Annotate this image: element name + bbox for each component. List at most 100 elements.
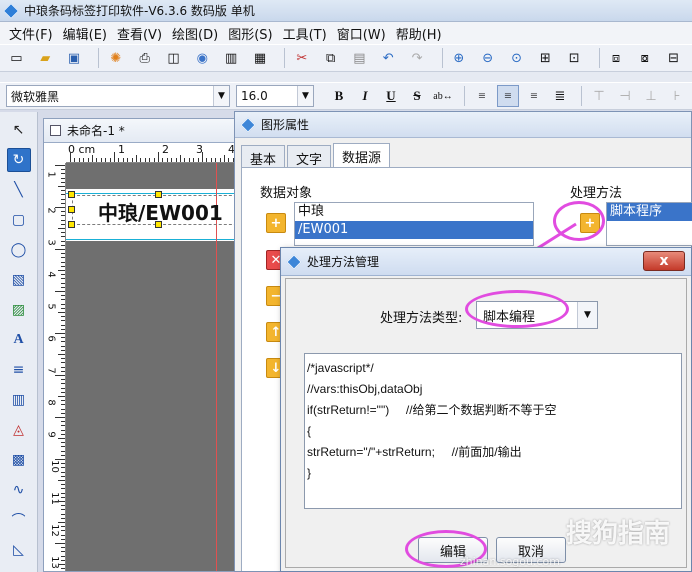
ruler-tick	[61, 173, 65, 175]
ruler-tick	[61, 211, 65, 213]
script-editor[interactable]: /*javascript*/ //vars:thisObj,dataObj if…	[304, 353, 682, 509]
resize-handle[interactable]	[68, 221, 75, 228]
bold-button[interactable]: B	[328, 85, 350, 107]
print-preview-icon[interactable]: ◫	[163, 47, 184, 69]
strikethrough-button[interactable]: S	[406, 85, 428, 107]
settings-gear-icon[interactable]: ✺	[105, 47, 126, 69]
open-folder-icon[interactable]: ▰	[35, 47, 56, 69]
menu-tools[interactable]: 工具(T)	[278, 24, 332, 43]
ruler-tick	[61, 362, 65, 364]
zoom-out-icon[interactable]: ⊖	[477, 47, 498, 69]
close-button[interactable]: x	[643, 251, 685, 271]
ungroup-icon[interactable]: ⧇	[634, 47, 655, 69]
text-spacing-icon[interactable]: ab↔	[432, 85, 454, 107]
undo-icon[interactable]: ↶	[378, 47, 399, 69]
cut-icon[interactable]: ✂	[291, 47, 312, 69]
zoom-fit-icon[interactable]: ⊙	[506, 47, 527, 69]
document-tab[interactable]: 未命名-1 *	[44, 119, 234, 143]
ruler-tick	[58, 186, 65, 187]
underline-button[interactable]: U	[380, 85, 402, 107]
rotate-tool-icon[interactable]: ↻	[6, 148, 31, 172]
shape-tool-icon[interactable]: ◬	[7, 418, 31, 442]
processing-list[interactable]: 脚本程序	[606, 202, 692, 246]
ruler-tick	[61, 551, 65, 553]
main-toolbar: ▭ ▰ ▣ ✺ ⎙ ◫ ◉ ▥ ▦ ✂ ⧉ ▤ ↶ ↷ ⊕ ⊖ ⊙ ⊞ ⊡ ⧈ …	[0, 44, 692, 72]
resize-handle[interactable]	[68, 191, 75, 198]
italic-button[interactable]: I	[354, 85, 376, 107]
redo-icon[interactable]: ↷	[407, 47, 428, 69]
ruler-tick	[58, 228, 65, 229]
multiline-text-icon[interactable]: ≡	[7, 358, 31, 382]
ruler-tick	[61, 320, 65, 322]
align-right-icon[interactable]: ≡	[523, 85, 545, 107]
tab-basic[interactable]: 基本	[241, 145, 286, 168]
zoom-actual-icon[interactable]: ⊞	[535, 47, 556, 69]
menu-help[interactable]: 帮助(H)	[391, 24, 447, 43]
barcode-tool-icon[interactable]: ▥	[7, 388, 31, 412]
tab-text[interactable]: 文字	[287, 145, 332, 168]
align-center-icon[interactable]: ≡	[497, 85, 519, 107]
ruler-label: 11	[48, 492, 60, 505]
rectangle-tool-icon[interactable]: ▢	[7, 208, 31, 232]
vertical-ruler: 1 2 3 4 5 6 7 8 9 10 11 12 13	[44, 163, 66, 571]
list-item[interactable]: 脚本程序	[607, 203, 692, 221]
paste-icon[interactable]: ▤	[349, 47, 370, 69]
app-logo-icon	[3, 2, 19, 19]
ruler-tick	[61, 261, 65, 263]
ruler-tick	[58, 354, 65, 355]
menu-view[interactable]: 查看(V)	[112, 24, 167, 43]
tab-datasource[interactable]: 数据源	[333, 143, 391, 167]
valign-middle-icon[interactable]: ⊣	[614, 85, 636, 107]
add-data-button[interactable]: +	[266, 213, 286, 233]
chevron-down-icon[interactable]: ▼	[297, 86, 313, 106]
design-canvas[interactable]: 中琅/EW001	[66, 163, 242, 571]
valign-bottom-icon[interactable]: ⊥	[640, 85, 662, 107]
font-toolbar: 微软雅黑 ▼ 16.0 ▼ B I U S ab↔ ≡ ≡ ≡ ≣ ⊤ ⊣ ⊥ …	[0, 82, 692, 110]
resize-handle[interactable]	[155, 191, 162, 198]
app-logo-icon	[240, 117, 256, 132]
font-name-select[interactable]: 微软雅黑 ▼	[6, 85, 230, 107]
distribute-icon[interactable]: ⊦	[666, 85, 688, 107]
props-tabs: 基本 文字 数据源	[241, 143, 392, 168]
picture-tool-icon[interactable]: ▨	[7, 298, 31, 322]
ruler-tick	[61, 404, 65, 406]
zoom-page-icon[interactable]: ⊡	[564, 47, 585, 69]
valign-top-icon[interactable]: ⊤	[588, 85, 610, 107]
save-icon[interactable]: ▣	[64, 47, 85, 69]
select-pointer-icon[interactable]: ↖	[7, 118, 31, 142]
new-file-icon[interactable]: ▭	[6, 47, 27, 69]
chevron-down-icon[interactable]: ▼	[577, 302, 597, 328]
code-line: }	[307, 466, 312, 480]
menu-draw[interactable]: 绘图(D)	[167, 24, 223, 43]
resize-handle[interactable]	[68, 206, 75, 213]
polygon-tool-icon[interactable]: ◺	[7, 538, 31, 562]
menu-window[interactable]: 窗口(W)	[332, 24, 391, 43]
menu-shape[interactable]: 图形(S)	[223, 24, 277, 43]
ruler-tick	[61, 534, 65, 536]
align-justify-icon[interactable]: ≣	[549, 85, 571, 107]
ruler-tick	[58, 480, 65, 481]
line-tool-icon[interactable]: ╲	[7, 178, 31, 202]
barcode-setup-icon[interactable]: ▥	[221, 47, 242, 69]
image-tool-icon[interactable]: ▧	[7, 268, 31, 292]
qrcode-tool-icon[interactable]: ▩	[7, 448, 31, 472]
resize-handle[interactable]	[155, 221, 162, 228]
chevron-down-icon[interactable]: ▼	[213, 86, 229, 106]
align-left-icon[interactable]: ≡	[471, 85, 493, 107]
arc-tool-icon[interactable]: ⌒	[7, 508, 31, 532]
ellipse-tool-icon[interactable]: ◯	[7, 238, 31, 262]
grid-icon[interactable]: ▦	[250, 47, 271, 69]
print-icon[interactable]: ⎙	[134, 47, 155, 69]
text-tool-icon[interactable]: A	[7, 328, 31, 352]
font-size-select[interactable]: 16.0 ▼	[236, 85, 314, 107]
group-icon[interactable]: ⧈	[606, 47, 627, 69]
drawing-toolbar: ↖ ↻ ╲ ▢ ◯ ▧ ▨ A ≡ ▥ ◬ ▩ ∿ ⌒ ◺	[0, 112, 38, 572]
curve-tool-icon[interactable]: ∿	[7, 478, 31, 502]
zoom-in-icon[interactable]: ⊕	[448, 47, 469, 69]
database-icon[interactable]: ◉	[192, 47, 213, 69]
copy-icon[interactable]: ⧉	[320, 47, 341, 69]
menu-file[interactable]: 文件(F)	[4, 24, 58, 43]
ruler-label: 8	[45, 399, 57, 406]
lock-icon[interactable]: ⊟	[663, 47, 684, 69]
menu-edit[interactable]: 编辑(E)	[58, 24, 112, 43]
